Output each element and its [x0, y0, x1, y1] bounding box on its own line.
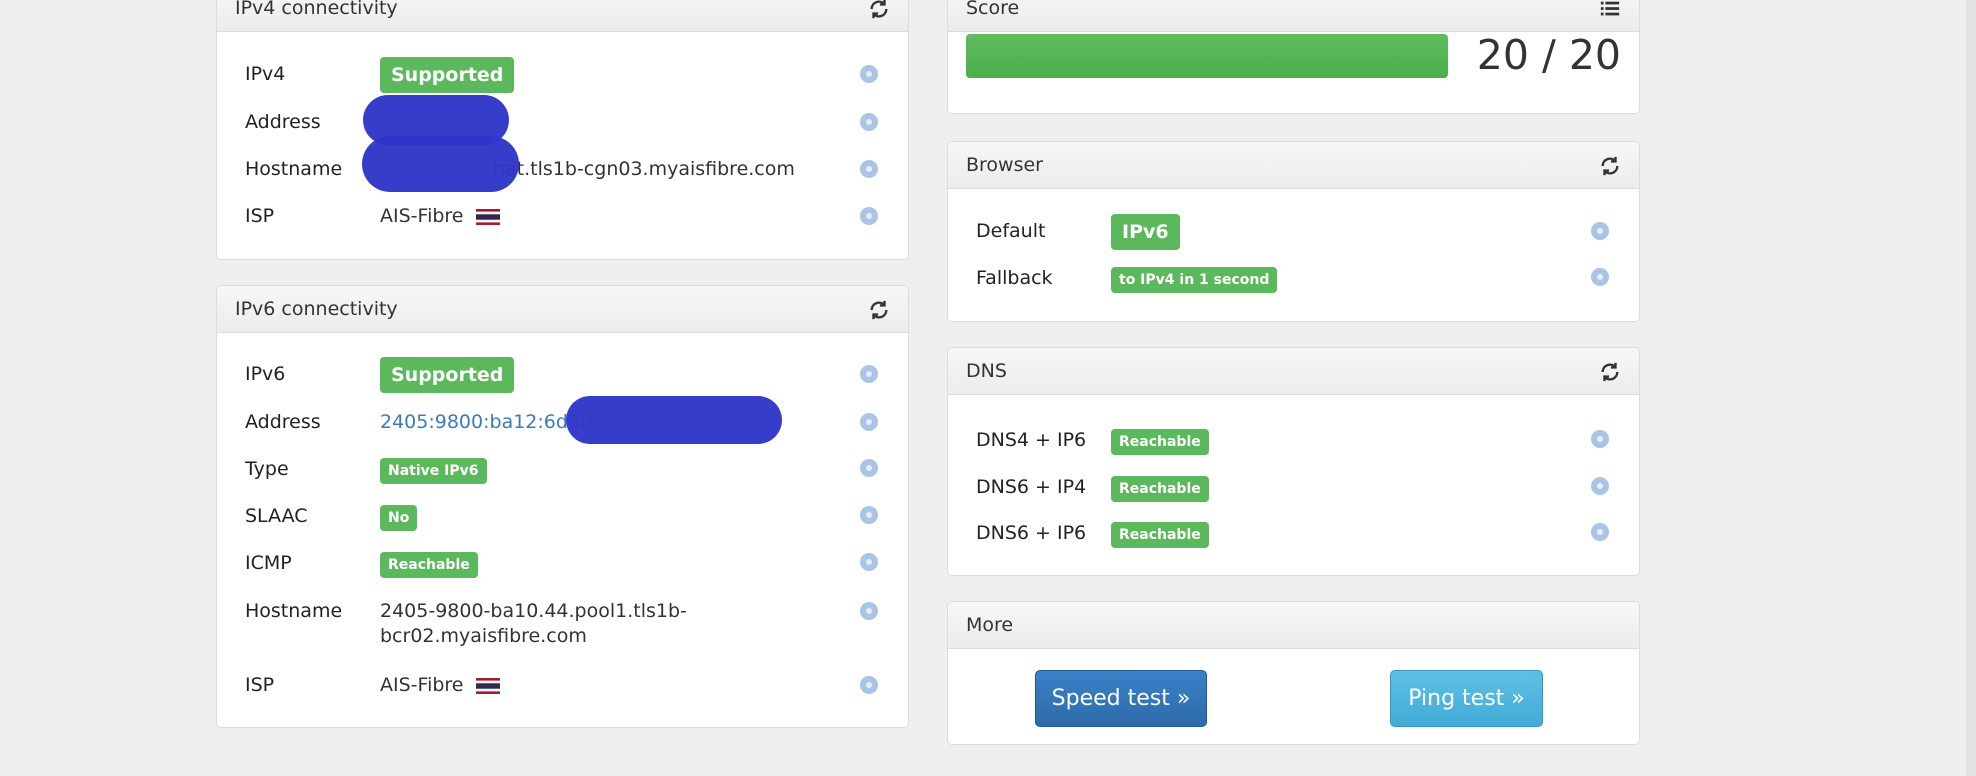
- help-icon[interactable]: [860, 160, 878, 178]
- dns-panel: DNS DNS4 + IP6 Reachable DNS6 + IP4 Reac…: [947, 347, 1640, 576]
- list-icon[interactable]: [1599, 0, 1621, 20]
- help-icon[interactable]: [860, 676, 878, 694]
- more-panel-header: More: [948, 602, 1639, 649]
- supported-badge: Supported: [380, 57, 515, 93]
- ipv6-panel-header: IPv6 connectivity: [217, 286, 908, 333]
- ipv4-panel: IPv4 connectivity IPv4 Supported Address…: [216, 0, 909, 260]
- slaac-badge: No: [380, 505, 418, 531]
- row-label: Default: [976, 220, 1046, 242]
- help-icon[interactable]: [1591, 477, 1609, 495]
- help-icon[interactable]: [1591, 268, 1609, 286]
- score-value: 20 / 20: [1476, 31, 1621, 79]
- row-label: Fallback: [976, 267, 1053, 289]
- browser-panel-title: Browser: [966, 154, 1043, 176]
- ipv6-panel: IPv6 connectivity IPv6 Supported Address…: [216, 285, 909, 728]
- hostname-value: nat.tls1b-cgn03.myaisfibre.com: [493, 158, 795, 180]
- row-label: Hostname: [245, 600, 343, 622]
- help-icon[interactable]: [1591, 430, 1609, 448]
- row-label: ICMP: [245, 552, 292, 574]
- thailand-flag-icon: [475, 677, 500, 694]
- refresh-icon[interactable]: [868, 299, 890, 321]
- ipv6-badge: IPv6: [1111, 214, 1180, 250]
- help-icon[interactable]: [860, 553, 878, 571]
- page-scrollbar[interactable]: [1966, 0, 1976, 776]
- redaction-scribble: [362, 136, 519, 192]
- score-progress-fill: [966, 34, 1448, 78]
- help-icon[interactable]: [860, 413, 878, 431]
- reachable-badge: Reachable: [1111, 429, 1209, 455]
- isp-value: AIS-Fibre: [380, 205, 464, 227]
- row-label: IPv4: [245, 63, 286, 85]
- score-panel: Score 20 / 20: [947, 0, 1640, 114]
- thailand-flag-icon: [475, 208, 500, 225]
- help-icon[interactable]: [860, 207, 878, 225]
- refresh-icon[interactable]: [868, 0, 890, 20]
- refresh-icon[interactable]: [1599, 361, 1621, 383]
- reachable-badge: Reachable: [380, 552, 478, 578]
- row-label: SLAAC: [245, 505, 308, 527]
- hostname-value-line2: bcr02.myaisfibre.com: [380, 625, 587, 647]
- row-label: DNS6 + IP6: [976, 522, 1087, 544]
- refresh-icon[interactable]: [1599, 155, 1621, 177]
- help-icon[interactable]: [860, 113, 878, 131]
- more-panel-title: More: [966, 614, 1014, 636]
- help-icon[interactable]: [860, 365, 878, 383]
- ipv4-panel-title: IPv4 connectivity: [235, 0, 398, 19]
- native-ipv6-badge: Native IPv6: [380, 458, 487, 484]
- row-label: ISP: [245, 674, 275, 696]
- row-label: DNS6 + IP4: [976, 476, 1087, 498]
- score-panel-header: Score: [948, 0, 1639, 32]
- help-icon[interactable]: [860, 506, 878, 524]
- help-icon[interactable]: [1591, 222, 1609, 240]
- score-panel-title: Score: [966, 0, 1020, 19]
- ipv4-panel-header: IPv4 connectivity: [217, 0, 908, 32]
- row-label: Type: [245, 458, 289, 480]
- more-panel: More Speed test » Ping test »: [947, 601, 1640, 745]
- row-label: ISP: [245, 205, 275, 227]
- help-icon[interactable]: [860, 602, 878, 620]
- redaction-scribble: [566, 396, 782, 444]
- help-icon[interactable]: [1591, 523, 1609, 541]
- browser-panel-header: Browser: [948, 142, 1639, 189]
- help-icon[interactable]: [860, 459, 878, 477]
- row-label: Address: [245, 111, 321, 133]
- browser-panel: Browser Default IPv6 Fallback to IPv4 in…: [947, 141, 1640, 322]
- supported-badge: Supported: [380, 357, 515, 393]
- dns-panel-header: DNS: [948, 348, 1639, 395]
- reachable-badge: Reachable: [1111, 476, 1209, 502]
- isp-value: AIS-Fibre: [380, 674, 464, 696]
- row-label: IPv6: [245, 363, 286, 385]
- ipv6-address-link[interactable]: 2405:9800:ba12:6d50: [380, 411, 592, 433]
- help-icon[interactable]: [860, 65, 878, 83]
- speed-test-button[interactable]: Speed test »: [1035, 670, 1207, 727]
- fallback-badge: to IPv4 in 1 second: [1111, 267, 1278, 293]
- ipv6-panel-title: IPv6 connectivity: [235, 298, 398, 320]
- reachable-badge: Reachable: [1111, 522, 1209, 548]
- row-label: Hostname: [245, 158, 343, 180]
- dns-panel-title: DNS: [966, 360, 1007, 382]
- hostname-value-line1: 2405-9800-ba10.44.pool1.tls1b-: [380, 600, 687, 622]
- row-label: DNS4 + IP6: [976, 429, 1087, 451]
- score-progress-bar: [966, 34, 1448, 78]
- ping-test-button[interactable]: Ping test »: [1390, 670, 1543, 727]
- row-label: Address: [245, 411, 321, 433]
